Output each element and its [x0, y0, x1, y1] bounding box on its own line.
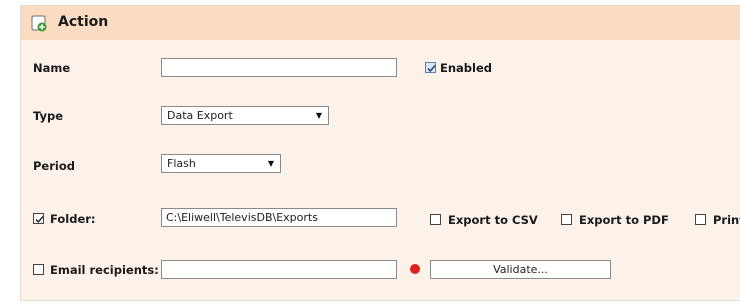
status-indicator-icon	[410, 264, 420, 274]
name-input[interactable]	[161, 58, 397, 77]
enabled-label: Enabled	[440, 61, 493, 75]
panel-title: Action	[58, 14, 109, 30]
folder-input[interactable]: C:\Eliwell\TelevisDB\Exports	[161, 208, 397, 227]
export-csv-label: Export to CSV	[448, 213, 538, 227]
name-label: Name	[33, 61, 71, 75]
type-select[interactable]: Data Export ▼	[161, 106, 329, 125]
email-checkbox[interactable]	[33, 264, 44, 275]
folder-label: Folder:	[50, 212, 96, 226]
dropdown-arrow-icon: ▼	[267, 159, 274, 168]
enabled-checkbox[interactable]	[425, 62, 436, 73]
email-label: Email recipients:	[50, 263, 159, 277]
print-checkbox[interactable]	[695, 214, 706, 225]
email-input[interactable]	[161, 260, 397, 279]
export-pdf-label: Export to PDF	[579, 213, 669, 227]
type-select-value: Data Export	[167, 109, 233, 122]
print-label: Print	[713, 213, 740, 227]
period-select-value: Flash	[167, 157, 196, 170]
checkmark-icon	[427, 65, 436, 73]
panel-header: Action	[21, 6, 740, 40]
checkmark-icon	[35, 216, 44, 224]
export-pdf-checkbox[interactable]	[561, 214, 572, 225]
folder-checkbox[interactable]	[33, 213, 44, 224]
export-csv-checkbox[interactable]	[430, 214, 441, 225]
period-label: Period	[33, 159, 75, 173]
type-label: Type	[33, 109, 64, 123]
action-panel: Action Name Enabled Type Data Export ▼ P…	[20, 5, 740, 301]
period-select[interactable]: Flash ▼	[161, 154, 281, 173]
dropdown-arrow-icon: ▼	[315, 111, 322, 120]
validate-button[interactable]: Validate...	[430, 260, 611, 279]
add-action-icon	[31, 15, 47, 32]
